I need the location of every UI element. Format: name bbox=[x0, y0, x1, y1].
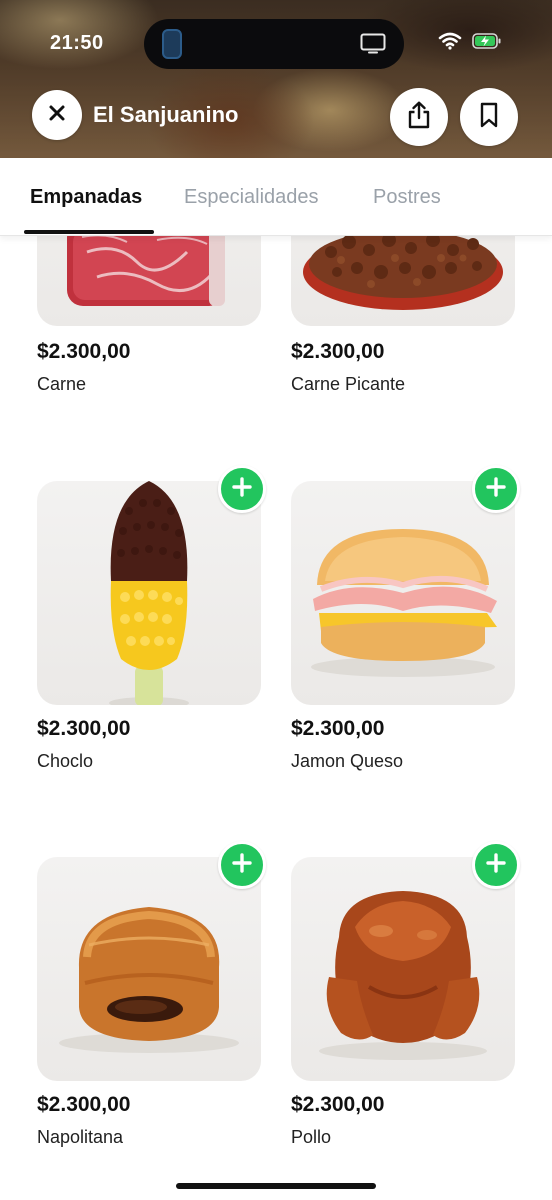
raw-beef-image bbox=[37, 236, 261, 326]
status-time: 21:50 bbox=[50, 32, 104, 54]
plus-icon bbox=[231, 852, 253, 879]
plus-icon bbox=[485, 852, 507, 879]
product-grid: $2.300,00 Carne $2.300,00 Carne Picante … bbox=[0, 236, 552, 1200]
add-to-cart-button[interactable] bbox=[472, 465, 520, 513]
close-icon bbox=[48, 104, 66, 127]
corn-cob-image bbox=[37, 481, 261, 705]
dynamic-island bbox=[144, 19, 404, 69]
chocolate-croissant-image bbox=[37, 857, 261, 1081]
plus-icon bbox=[231, 476, 253, 503]
tab-especialidades[interactable]: Especialidades bbox=[184, 186, 319, 209]
product-price: $2.300,00 bbox=[291, 717, 385, 740]
tab-empanadas[interactable]: Empanadas bbox=[30, 186, 142, 209]
product-price: $2.300,00 bbox=[291, 1093, 385, 1116]
product-name: Choclo bbox=[37, 751, 94, 771]
product-card-choclo[interactable]: $2.300,00 Choclo bbox=[37, 481, 261, 771]
share-icon bbox=[406, 101, 432, 134]
add-to-cart-button[interactable] bbox=[472, 841, 520, 889]
product-card-napolitana[interactable]: $2.300,00 Napolitana bbox=[37, 857, 261, 1147]
spicy-ground-meat-image bbox=[291, 236, 515, 326]
product-card-carne-picante[interactable]: $2.300,00 Carne Picante bbox=[291, 236, 515, 394]
roast-chicken-image bbox=[291, 857, 515, 1081]
close-button[interactable] bbox=[32, 90, 82, 140]
status-icons bbox=[438, 32, 502, 55]
product-name: Pollo bbox=[291, 1127, 332, 1147]
bookmark-icon bbox=[478, 102, 500, 133]
header-hero: 21:50 El Sanjuanino bbox=[0, 0, 552, 160]
product-card-carne[interactable]: $2.300,00 Carne bbox=[37, 236, 261, 394]
ham-cheese-sandwich-image bbox=[291, 481, 515, 705]
store-name: El Sanjuanino bbox=[93, 102, 239, 127]
product-price: $2.300,00 bbox=[37, 340, 131, 363]
product-price: $2.300,00 bbox=[37, 717, 131, 740]
product-card-jamon-queso[interactable]: $2.300,00 Jamon Queso bbox=[291, 481, 515, 771]
bookmark-button[interactable] bbox=[460, 88, 518, 146]
product-name: Carne Picante bbox=[291, 374, 406, 394]
battery-charging-icon bbox=[472, 32, 502, 55]
product-name: Jamon Queso bbox=[291, 751, 404, 771]
product-card-pollo[interactable]: $2.300,00 Pollo bbox=[291, 857, 515, 1147]
product-name: Carne bbox=[37, 374, 87, 394]
wifi-icon bbox=[438, 32, 462, 55]
add-to-cart-button[interactable] bbox=[218, 465, 266, 513]
plus-icon bbox=[485, 476, 507, 503]
tab-postres[interactable]: Postres bbox=[373, 186, 441, 209]
product-price: $2.300,00 bbox=[37, 1093, 131, 1116]
share-button[interactable] bbox=[390, 88, 448, 146]
product-price: $2.300,00 bbox=[291, 340, 385, 363]
home-indicator[interactable] bbox=[176, 1183, 376, 1189]
active-tab-indicator bbox=[24, 230, 154, 234]
add-to-cart-button[interactable] bbox=[218, 841, 266, 889]
app-activity-icon bbox=[162, 29, 182, 59]
product-name: Napolitana bbox=[37, 1127, 124, 1147]
category-tabs: Empanadas Especialidades Postres bbox=[0, 158, 552, 236]
screen-mirroring-icon bbox=[360, 33, 386, 60]
